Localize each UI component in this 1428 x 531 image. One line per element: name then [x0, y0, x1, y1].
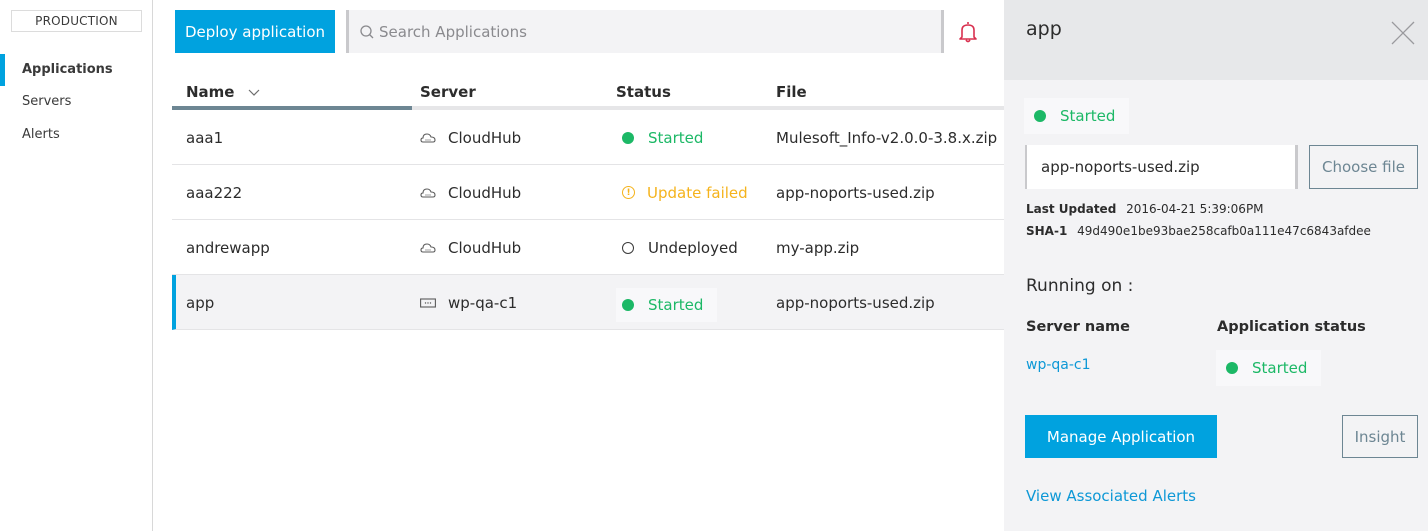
search-box[interactable] — [346, 10, 944, 53]
panel-header: app — [1004, 0, 1428, 80]
manage-application-button[interactable]: Manage Application — [1025, 415, 1217, 458]
status-cell: Started — [616, 110, 717, 165]
status-text: Started — [1060, 107, 1116, 125]
application-detail-panel: app Started app-noports-used.zip Choose … — [1004, 0, 1428, 531]
sidebar-item-alerts[interactable]: Alerts — [22, 127, 60, 142]
file-name: app-noports-used.zip — [776, 293, 935, 312]
column-header-file[interactable]: File — [776, 83, 807, 101]
app-name: aaa222 — [186, 183, 243, 202]
server-cell: CloudHub — [420, 110, 521, 165]
server-name: CloudHub — [448, 128, 522, 147]
started-status-icon — [1226, 362, 1238, 374]
started-status-icon — [622, 298, 634, 311]
file-name: app-noports-used.zip — [776, 183, 935, 202]
undeployed-status-icon — [622, 241, 634, 254]
warning-icon: ! — [622, 186, 635, 199]
status-text: Undeployed — [648, 238, 738, 257]
status-cell: Undeployed — [616, 220, 752, 275]
view-associated-alerts-link[interactable]: View Associated Alerts — [1026, 487, 1196, 505]
applications-table: Name Server Status File aaa1 CloudHub St… — [172, 76, 1004, 330]
server-icon — [420, 297, 436, 308]
app-name: andrewapp — [186, 238, 270, 257]
table-row[interactable]: aaa1 CloudHub Started Mulesoft_Info-v2.0… — [172, 110, 1004, 165]
cloud-icon — [420, 242, 436, 254]
sidebar-item-servers[interactable]: Servers — [22, 94, 71, 109]
bell-icon[interactable] — [955, 19, 981, 45]
cloud-icon — [420, 132, 436, 144]
table-row-selected[interactable]: app wp-qa-c1 Started app-noports-used.zi… — [172, 275, 1004, 330]
active-indicator — [0, 54, 5, 86]
search-input[interactable] — [379, 22, 919, 41]
last-updated: Last Updated 2016-04-21 5:39:06PM — [1026, 202, 1264, 216]
sha-value: 49d490e1be93bae258cafb0a111e47c6843afdee — [1077, 224, 1371, 238]
application-status-badge: Started — [1024, 98, 1130, 134]
table-row[interactable]: andrewapp CloudHub Undeployed my-app.zip — [172, 220, 1004, 275]
column-header-server[interactable]: Server — [420, 83, 476, 101]
column-header-name[interactable]: Name — [186, 83, 260, 101]
environment-badge[interactable]: PRODUCTION — [11, 10, 142, 32]
sha-1: SHA-1 49d490e1be93bae258cafb0a111e47c684… — [1026, 224, 1371, 238]
status-cell: ! Update failed — [616, 165, 762, 220]
file-name: my-app.zip — [776, 238, 860, 257]
deploy-application-button[interactable]: Deploy application — [175, 10, 335, 53]
server-cell: CloudHub — [420, 220, 521, 275]
panel-title: app — [1026, 18, 1062, 40]
table-header: Name Server Status File — [172, 76, 1004, 110]
status-text: Started — [648, 128, 704, 147]
chevron-down-icon — [248, 89, 260, 96]
status-cell: Started — [616, 275, 718, 330]
table-row[interactable]: aaa222 CloudHub ! Update failed app-nopor… — [172, 165, 1004, 220]
last-updated-label: Last Updated — [1026, 202, 1117, 216]
column-name-label: Name — [186, 83, 235, 101]
application-status-header: Application status — [1217, 319, 1366, 335]
close-icon[interactable] — [1390, 20, 1416, 46]
status-text: Started — [1252, 359, 1308, 377]
file-name-field[interactable]: app-noports-used.zip — [1025, 145, 1298, 189]
column-header-status[interactable]: Status — [616, 83, 671, 101]
last-updated-value: 2016-04-21 5:39:06PM — [1126, 202, 1264, 216]
server-cell: CloudHub — [420, 165, 521, 220]
server-link[interactable]: wp-qa-c1 — [1026, 357, 1091, 373]
sha-label: SHA-1 — [1026, 224, 1068, 238]
sidebar: PRODUCTION Applications Servers Alerts — [0, 0, 153, 531]
cloud-icon — [420, 187, 436, 199]
sidebar-item-applications[interactable]: Applications — [22, 62, 113, 77]
server-name-header: Server name — [1026, 319, 1130, 335]
server-name: CloudHub — [448, 238, 522, 257]
file-name: Mulesoft_Info-v2.0.0-3.8.x.zip — [776, 128, 998, 147]
server-application-status: Started — [1216, 350, 1322, 386]
server-name: wp-qa-c1 — [448, 293, 518, 312]
app-name: app — [186, 293, 215, 312]
running-on-heading: Running on : — [1026, 276, 1134, 296]
server-name: CloudHub — [448, 183, 522, 202]
server-cell: wp-qa-c1 — [420, 275, 517, 330]
app-name: aaa1 — [186, 128, 224, 147]
status-text: Update failed — [647, 183, 748, 202]
choose-file-button[interactable]: Choose file — [1309, 145, 1418, 189]
status-text: Started — [648, 295, 704, 314]
search-icon — [360, 24, 374, 38]
insight-button[interactable]: Insight — [1342, 415, 1418, 458]
started-status-icon — [622, 131, 634, 144]
started-status-icon — [1034, 110, 1046, 122]
